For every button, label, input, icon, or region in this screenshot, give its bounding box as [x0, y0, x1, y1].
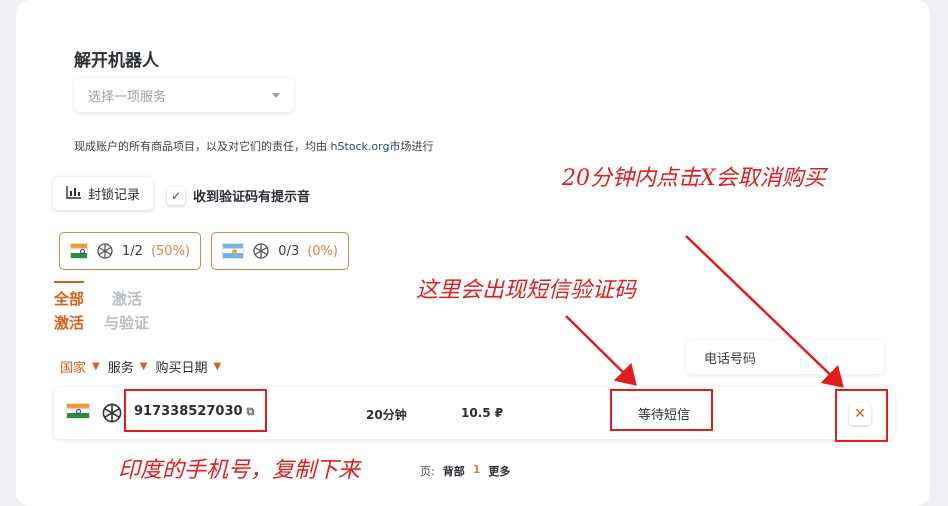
check-icon: ✓: [170, 188, 182, 203]
chip-count: 1/2: [122, 243, 143, 259]
tab-label-line1: 激活: [112, 290, 143, 308]
filter-country[interactable]: 国家 ▼: [60, 357, 100, 376]
india-flag-icon: [70, 243, 89, 259]
filter-bar: 国家 ▼ 服务 ▼ 购买日期 ▼: [60, 357, 221, 376]
openai-icon: [252, 242, 270, 260]
chip-count: 0/3: [278, 243, 300, 259]
tab-label-line2: 与验证: [104, 314, 150, 332]
hstock-link[interactable]: hStock.org: [331, 140, 390, 153]
phone-annotation: 印度的手机号，复制下来: [118, 458, 361, 483]
service-select-placeholder: 选择一项服务: [88, 89, 167, 105]
chevron-down-icon: ▼: [139, 361, 148, 372]
tab-activation-verification[interactable]: 激活 与验证: [104, 287, 149, 335]
tab-label-line2: 激活: [54, 314, 85, 332]
sms-sound-label: 收到验证码有提示音: [193, 190, 311, 205]
argentina-flag-icon: [222, 243, 245, 259]
notice-text: 现成账户的所有商品项目，以及对它们的责任，均由: [74, 140, 331, 153]
filter-service[interactable]: 服务 ▼: [108, 357, 148, 376]
order-price: 10.5 ₽: [461, 406, 504, 420]
order-duration: 20分钟: [366, 408, 407, 422]
filter-purchase-date[interactable]: 购买日期 ▼: [155, 357, 221, 376]
chip-percent: (50%): [150, 243, 190, 259]
india-flag-icon: [66, 403, 90, 419]
sms-sound-option: ✓ 收到验证码有提示音: [167, 186, 310, 205]
pagination: 页: 背部 1 更多: [420, 463, 510, 479]
country-chip-argentina[interactable]: 0/3 (0%): [211, 232, 349, 270]
sms-annotation: 这里会出现短信验证码: [416, 278, 637, 303]
phone-column-header: 电话号码: [686, 340, 884, 374]
phone-highlight-box: [124, 389, 267, 432]
tab-all-activations[interactable]: 全部 激活: [54, 281, 85, 335]
tab-label-line1: 全部: [54, 290, 85, 308]
chevron-down-icon: ▼: [213, 361, 222, 372]
chip-percent: (0%): [307, 243, 338, 259]
pager-more[interactable]: 更多: [488, 463, 510, 479]
phone-column-label: 电话号码: [704, 351, 757, 367]
filter-label: 服务: [107, 361, 134, 376]
sms-sound-checkbox[interactable]: ✓: [167, 186, 185, 205]
market-notice: 现成账户的所有商品项目，以及对它们的责任，均由 hStock.org市场进行: [74, 138, 433, 154]
chevron-down-icon: ▼: [92, 361, 100, 372]
block-log-label: 封锁记录: [87, 188, 140, 203]
pager-current[interactable]: 1: [473, 463, 481, 479]
pager-label: 页:: [420, 465, 435, 478]
cancel-annotation: 20分钟内点击X会取消购买: [562, 166, 826, 191]
page-title: 解开机器人: [74, 51, 159, 71]
service-select[interactable]: 选择一项服务: [74, 78, 294, 112]
block-log-button[interactable]: 封锁记录: [53, 177, 153, 210]
filter-label: 购买日期: [155, 361, 208, 376]
bar-chart-icon: [66, 185, 82, 203]
cancel-highlight-box: [835, 389, 888, 442]
notice-suffix: 市场进行: [389, 140, 434, 153]
sms-highlight-box: [610, 389, 713, 431]
openai-icon: [96, 242, 114, 260]
filter-label: 国家: [60, 361, 87, 376]
openai-icon: [101, 402, 123, 424]
chevron-down-icon: [272, 92, 280, 98]
country-chip-india[interactable]: 1/2 (50%): [59, 232, 201, 270]
pager-back[interactable]: 背部: [443, 463, 465, 479]
